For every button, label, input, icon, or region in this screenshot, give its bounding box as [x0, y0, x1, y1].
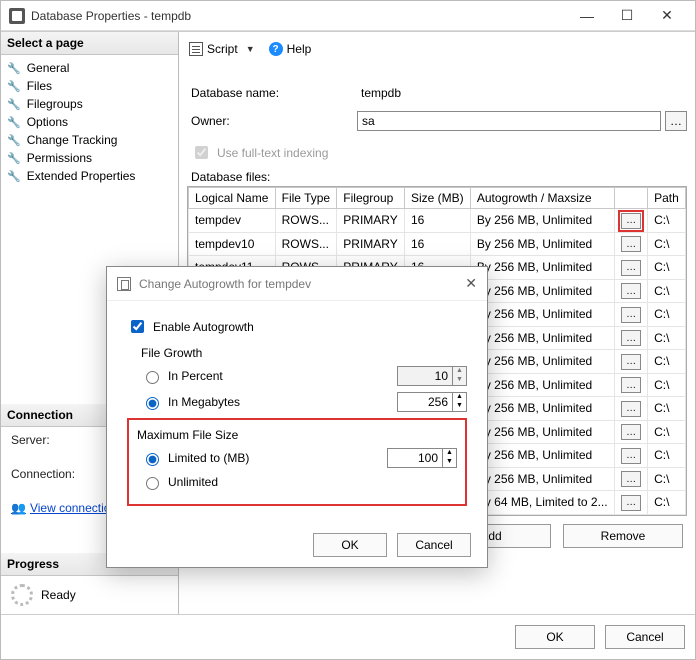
fulltext-check-input [195, 146, 208, 159]
help-icon: ? [269, 42, 283, 56]
column-header[interactable]: Autogrowth / Maxsize [470, 188, 614, 209]
table-row[interactable]: tempdevROWS...PRIMARY16By 256 MB, Unlimi… [189, 209, 686, 233]
dbname-value [357, 83, 687, 103]
page-list: GeneralFilesFilegroupsOptionsChange Trac… [1, 55, 178, 189]
unlimited-label: Unlimited [168, 475, 218, 489]
column-header[interactable]: Filegroup [337, 188, 405, 209]
script-dropdown-icon[interactable]: ▼ [246, 44, 255, 54]
sidebar-item-extended-properties[interactable]: Extended Properties [1, 167, 178, 185]
minimize-button[interactable]: — [567, 2, 607, 30]
dialog-icon [117, 277, 131, 291]
megabytes-spinner[interactable]: ▲▼ [397, 392, 467, 412]
sidebar-item-options[interactable]: Options [1, 113, 178, 131]
max-file-size-highlight: Maximum File Size Limited to (MB) ▲▼ Unl… [127, 418, 467, 506]
autogrowth-edit-button[interactable]: … [621, 495, 641, 511]
script-icon [189, 42, 203, 56]
files-label: Database files: [191, 170, 687, 184]
owner-input[interactable] [357, 111, 661, 131]
column-header[interactable]: Path [648, 188, 686, 209]
window-footer: OK Cancel [1, 614, 695, 659]
owner-label: Owner: [187, 114, 357, 128]
dialog-ok-button[interactable]: OK [313, 533, 387, 557]
column-header[interactable]: Logical Name [189, 188, 276, 209]
dialog-close-button[interactable]: ✕ [465, 275, 477, 292]
dialog-cancel-button[interactable]: Cancel [397, 533, 471, 557]
window-title: Database Properties - tempdb [31, 9, 567, 23]
autogrowth-edit-button[interactable]: … [621, 283, 641, 299]
autogrowth-edit-button[interactable]: … [621, 448, 641, 464]
limited-to-label: Limited to (MB) [168, 451, 249, 465]
autogrowth-edit-button[interactable]: … [621, 307, 641, 323]
sidebar-item-filegroups[interactable]: Filegroups [1, 95, 178, 113]
titlebar[interactable]: Database Properties - tempdb — ☐ ✕ [1, 1, 695, 31]
owner-browse-button[interactable]: … [665, 111, 687, 131]
ok-button[interactable]: OK [515, 625, 595, 649]
toolbar: Script ▼ ? Help [187, 38, 687, 65]
autogrowth-edit-button[interactable]: … [621, 330, 641, 346]
table-row[interactable]: tempdev10ROWS...PRIMARY16By 256 MB, Unli… [189, 232, 686, 256]
enable-autogrowth-input[interactable] [131, 320, 144, 333]
enable-autogrowth-checkbox[interactable]: Enable Autogrowth [127, 317, 467, 336]
autogrowth-edit-button[interactable]: … [621, 354, 641, 370]
autogrowth-edit-button[interactable]: … [621, 236, 641, 252]
progress-spinner-icon [11, 584, 33, 606]
percent-spinner: ▲▼ [397, 366, 467, 386]
in-percent-radio[interactable] [146, 371, 159, 384]
cancel-button[interactable]: Cancel [605, 625, 685, 649]
fulltext-checkbox: Use full-text indexing [191, 143, 687, 162]
max-file-size-title: Maximum File Size [137, 428, 457, 442]
close-button[interactable]: ✕ [647, 2, 687, 30]
dbname-label: Database name: [187, 86, 357, 100]
autogrowth-edit-button[interactable]: … [621, 471, 641, 487]
in-megabytes-label: In Megabytes [168, 395, 240, 409]
unlimited-radio[interactable] [146, 477, 159, 490]
column-header[interactable]: Size (MB) [404, 188, 470, 209]
column-header[interactable] [615, 188, 648, 209]
sidebar-item-permissions[interactable]: Permissions [1, 149, 178, 167]
dialog-title: Change Autogrowth for tempdev [139, 277, 311, 291]
autogrowth-edit-button[interactable]: … [621, 260, 641, 276]
in-percent-label: In Percent [168, 369, 223, 383]
autogrowth-dialog: Change Autogrowth for tempdev ✕ Enable A… [106, 266, 488, 568]
in-megabytes-radio[interactable] [146, 397, 159, 410]
sidebar-item-files[interactable]: Files [1, 77, 178, 95]
autogrowth-edit-button[interactable]: … [621, 424, 641, 440]
column-header[interactable]: File Type [275, 188, 337, 209]
limited-to-spinner[interactable]: ▲▼ [387, 448, 457, 468]
progress-status: Ready [41, 588, 76, 602]
select-page-header: Select a page [1, 32, 178, 55]
file-growth-title: File Growth [141, 346, 467, 360]
maximize-button[interactable]: ☐ [607, 2, 647, 30]
script-button[interactable]: Script [207, 42, 238, 56]
help-button[interactable]: Help [287, 42, 312, 56]
autogrowth-edit-button[interactable]: … [621, 377, 641, 393]
autogrowth-edit-button[interactable]: … [621, 401, 641, 417]
limited-to-radio[interactable] [146, 453, 159, 466]
autogrowth-edit-button[interactable]: … [621, 213, 641, 229]
sidebar-item-change-tracking[interactable]: Change Tracking [1, 131, 178, 149]
sidebar-item-general[interactable]: General [1, 59, 178, 77]
database-icon [9, 8, 25, 24]
remove-button[interactable]: Remove [563, 524, 683, 548]
